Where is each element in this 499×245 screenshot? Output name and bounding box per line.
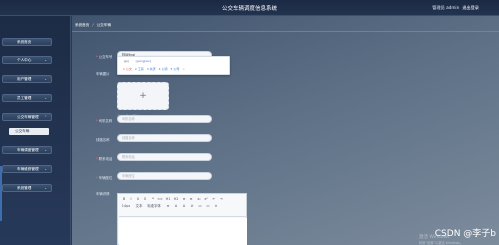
clean-format-icon[interactable]: ⊘: [189, 204, 195, 209]
breadcrumb-current: 公交车辆: [96, 23, 111, 27]
phone-label: *联系电话: [96, 156, 112, 161]
clear-icon[interactable]: ✕: [213, 204, 219, 209]
driver-label: *司机名称: [96, 118, 112, 123]
sidebar-item-staff[interactable]: 员工管理 ⌄: [2, 94, 52, 102]
chevron-down-icon: ⌄: [44, 58, 47, 62]
superscript-button[interactable]: x²: [203, 197, 209, 202]
user-label: 管理员 admin: [432, 5, 460, 10]
subscript-button[interactable]: x₂: [196, 197, 202, 202]
ime-candidate-popup[interactable]: gnj [gongjiao] 1 公交 2 工具 3 共济 4 公顷 5 公司 …: [117, 56, 230, 75]
breadcrumb-separator: /: [92, 23, 94, 27]
route-label: 线路名称: [96, 138, 110, 142]
image-icon[interactable]: ▭: [205, 204, 211, 209]
windows-activation-note: 转到“设置”以激活 Windows。: [419, 241, 464, 245]
editor-toolbar: B I U S ❝ <> H1 H2 ≡ ≡ x₂ x² ⇤ ⇥ 14px 文本…: [119, 195, 247, 217]
bold-button[interactable]: B: [121, 197, 127, 202]
required-mark: *: [96, 157, 98, 161]
ime-candidate[interactable]: 5 公司: [171, 67, 180, 71]
editor-body[interactable]: [119, 218, 247, 245]
breadcrumb: 系统首页 / 公交车辆: [75, 23, 111, 28]
detail-label: 车辆详情: [96, 192, 110, 196]
sidebar-item-label: 车辆维修管理: [17, 167, 39, 171]
chevron-down-icon: ⌄: [44, 77, 47, 81]
seats-label-text: 车辆座位: [98, 176, 113, 180]
sidebar-item-system[interactable]: 系统管理 ⌄: [2, 184, 52, 192]
chevron-up-icon: ⌃: [44, 115, 47, 119]
font-color-icon[interactable]: A: [173, 204, 179, 209]
ime-candidate[interactable]: 1 公交: [123, 67, 132, 71]
required-mark: *: [96, 55, 98, 59]
sidebar-item-label: 系统首页: [17, 40, 32, 44]
seats-input[interactable]: 车辆座位: [117, 172, 212, 180]
bullet-list-icon[interactable]: ≡: [188, 197, 194, 202]
chevron-down-icon: ⌄: [44, 186, 47, 190]
chevron-down-icon: ⌄: [44, 167, 47, 171]
required-mark: *: [96, 176, 98, 180]
ordered-list-icon[interactable]: ≡: [181, 197, 187, 202]
divider: [72, 31, 499, 32]
text-style-select[interactable]: 文本: [135, 204, 143, 209]
ime-candidate[interactable]: 4 公顷: [159, 67, 168, 71]
sidebar-item-profile[interactable]: 个人中心 ⌄: [2, 56, 52, 64]
chevron-down-icon: ⌄: [44, 148, 47, 152]
driver-label-text: 司机名称: [98, 119, 113, 123]
phone-label-text: 联系电话: [98, 157, 113, 161]
breadcrumb-home[interactable]: 系统首页: [75, 23, 89, 28]
sidebar-item-label: 个人中心: [17, 58, 32, 62]
ime-input: gnj: [124, 59, 129, 63]
sidebar-item-users[interactable]: 用户管理 ⌄: [2, 75, 52, 83]
h1-button[interactable]: H1: [165, 197, 171, 202]
sidebar-item-home[interactable]: 系统首页: [2, 38, 52, 46]
sidebar-item-dispatch[interactable]: 车辆调度管理 ⌄: [2, 146, 52, 154]
h2-button[interactable]: H2: [173, 197, 179, 202]
sidebar-item-label: 员工管理: [17, 96, 32, 100]
indent-icon[interactable]: ⇥: [218, 197, 224, 202]
seats-label: *车辆座位: [96, 175, 112, 180]
sidebar-item-label: 公交车辆管理: [17, 115, 39, 119]
image-upload[interactable]: +: [117, 82, 169, 110]
code-icon[interactable]: <>: [157, 197, 163, 202]
sidebar-scroll-indicator: [0, 166, 2, 221]
sidebar-subitem-vehicle[interactable]: 公交车辆: [9, 128, 49, 135]
top-bar: 公交车辆调度信息系统 管理员 admin 退出登录: [0, 0, 499, 16]
background-color-icon[interactable]: A: [181, 204, 187, 209]
sidebar-item-label: 用户管理: [17, 77, 32, 81]
outdent-icon[interactable]: ⇤: [211, 197, 217, 202]
vehicle-no-label: *公交车号: [96, 54, 112, 59]
align-icon[interactable]: ≡: [165, 204, 171, 209]
rich-text-editor[interactable]: B I U S ❝ <> H1 H2 ≡ ≡ x₂ x² ⇤ ⇥ 14px 文本…: [117, 193, 247, 245]
sidebar-subitem-label: 公交车辆: [15, 129, 30, 133]
logout-link[interactable]: 退出登录: [462, 5, 479, 11]
ime-candidate[interactable]: 3 共济: [147, 67, 156, 71]
csdn-watermark: CSDN @李子b: [434, 229, 496, 239]
user-area: 管理员 admin 退出登录: [432, 5, 479, 11]
phone-input[interactable]: 联系电话: [117, 153, 212, 161]
font-family-select[interactable]: 标准字体: [147, 204, 161, 209]
link-icon[interactable]: ▭: [197, 204, 203, 209]
quote-icon[interactable]: ❝: [150, 197, 156, 202]
sidebar-item-label: 系统管理: [17, 186, 32, 190]
app-title: 公交车辆调度信息系统: [221, 6, 277, 12]
chevron-down-icon: ⌄: [44, 96, 47, 100]
ime-pinyin: [gongjiao]: [135, 59, 151, 63]
sidebar-item-label: 车辆调度管理: [17, 148, 39, 152]
underline-button[interactable]: U: [135, 197, 141, 202]
ime-next-page-icon[interactable]: >: [182, 67, 185, 71]
sidebar-item-vehicles[interactable]: 公交车辆管理 ⌃: [2, 113, 52, 121]
strike-button[interactable]: S: [142, 197, 148, 202]
italic-button[interactable]: I: [128, 197, 134, 202]
ime-composition: gnj [gongjiao]: [124, 59, 151, 63]
font-size-select[interactable]: 14px: [121, 204, 131, 209]
sidebar: 系统首页 个人中心 ⌄ 用户管理 ⌄ 员工管理 ⌄ 公交车辆管理 ⌃ 公交车辆 车辆调度…: [0, 16, 71, 245]
main-content: 系统首页 / 公交车辆 *公交车号 桂J89ngi gnj [gongjiao]…: [72, 16, 499, 245]
image-label: 车辆图片: [96, 72, 110, 76]
sidebar-item-repair[interactable]: 车辆维修管理 ⌄: [2, 165, 52, 173]
vehicle-no-label-text: 公交车号: [98, 55, 113, 59]
ime-candidate[interactable]: 2 工具: [135, 67, 144, 71]
driver-input[interactable]: 司机名称: [117, 115, 212, 123]
plus-icon: +: [139, 91, 147, 101]
route-input[interactable]: 线路名称: [117, 134, 212, 142]
ime-candidates: 1 公交 2 工具 3 共济 4 公顷 5 公司 >: [123, 67, 185, 71]
required-mark: *: [96, 119, 98, 123]
